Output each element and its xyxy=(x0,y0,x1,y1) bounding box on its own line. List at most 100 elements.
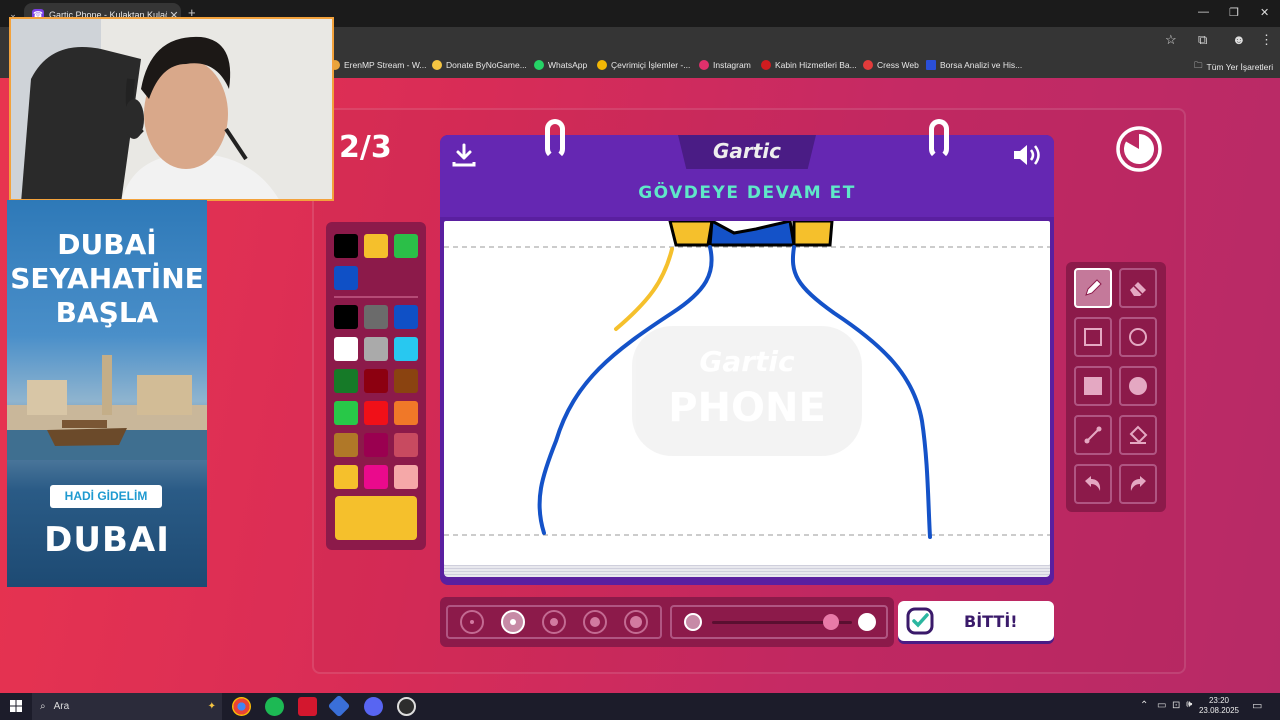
redo-tool[interactable] xyxy=(1119,464,1157,504)
line-icon xyxy=(1084,426,1102,444)
color-swatch[interactable] xyxy=(364,234,388,258)
filled-rectangle-icon xyxy=(1084,377,1102,395)
adobe-app-icon[interactable] xyxy=(298,697,317,716)
watermark-top: Gartic xyxy=(699,345,795,378)
ad-title-line-1: DUBAİ xyxy=(57,228,157,261)
color-swatch[interactable] xyxy=(334,465,358,489)
close-window-button[interactable]: ✕ xyxy=(1260,6,1269,19)
opacity-slider[interactable] xyxy=(670,605,888,639)
paper-stack xyxy=(444,563,1050,577)
color-swatch[interactable] xyxy=(364,305,388,329)
color-swatch[interactable] xyxy=(394,433,418,457)
gartic-logo: Gartic xyxy=(712,139,782,163)
color-swatch[interactable] xyxy=(394,337,418,361)
ad-banner[interactable]: DUBAİ SEYAHATİNE BAŞLA HADİ GİDELİM DUBA… xyxy=(7,200,207,587)
search-placeholder: Ara xyxy=(53,701,70,712)
download-icon[interactable] xyxy=(451,142,477,168)
menu-icon[interactable]: ⋮ xyxy=(1260,32,1273,48)
bookmark-7[interactable]: Borsa Analizi ve His... xyxy=(926,60,1022,70)
eraser-tool[interactable] xyxy=(1119,268,1157,308)
tray-app-icon[interactable]: ▭ xyxy=(1157,700,1166,711)
eraser-icon xyxy=(1130,282,1146,296)
color-swatch[interactable] xyxy=(394,465,418,489)
fill-bucket-icon xyxy=(1129,425,1148,444)
ad-brand-logo: DUBAI xyxy=(44,520,170,560)
bookmark-1[interactable]: Donate ByNoGame... xyxy=(432,60,527,70)
color-swatch[interactable] xyxy=(364,433,388,457)
clock[interactable]: 23:20 23.08.2025 xyxy=(1196,696,1242,716)
windows-start-icon[interactable] xyxy=(10,700,22,712)
star-icon[interactable]: ☆ xyxy=(1165,32,1177,48)
all-bookmarks[interactable]: 🗀 Tüm Yer İşaretleri xyxy=(1194,60,1273,74)
chrome-app-icon[interactable] xyxy=(232,697,251,716)
color-swatch[interactable] xyxy=(334,234,358,258)
drawing-canvas[interactable]: Gartic PHONE xyxy=(444,221,1050,565)
color-swatch[interactable] xyxy=(394,401,418,425)
color-swatch[interactable] xyxy=(394,369,418,393)
bookmark-0[interactable]: ErenMP Stream - W... xyxy=(330,60,427,70)
color-palette xyxy=(326,222,426,550)
brush-options-bar xyxy=(440,597,894,647)
color-swatch[interactable] xyxy=(334,369,358,393)
color-swatch[interactable] xyxy=(334,337,358,361)
network-icon[interactable]: ⊡ xyxy=(1172,700,1180,711)
color-swatch[interactable] xyxy=(334,266,358,290)
brush-size-option[interactable] xyxy=(460,610,484,634)
pencil-tool[interactable] xyxy=(1074,268,1112,308)
color-swatch[interactable] xyxy=(394,234,418,258)
done-button[interactable]: BİTTİ! xyxy=(898,601,1054,641)
ad-cta-button[interactable]: HADİ GİDELİM xyxy=(50,485,162,508)
minimize-button[interactable]: — xyxy=(1198,6,1209,18)
color-swatch[interactable] xyxy=(334,305,358,329)
bookmark-3[interactable]: Çevrimiçi İşlemler -... xyxy=(597,60,690,70)
line-tool[interactable] xyxy=(1074,415,1112,455)
extensions-icon[interactable]: ⧉ xyxy=(1198,32,1207,48)
restore-button[interactable]: ❐ xyxy=(1229,6,1239,19)
opacity-handle[interactable] xyxy=(823,614,839,630)
filled-ellipse-tool[interactable] xyxy=(1119,366,1157,406)
discord-app-icon[interactable] xyxy=(364,697,383,716)
ellipse-tool[interactable] xyxy=(1119,317,1157,357)
filled-rectangle-tool[interactable] xyxy=(1074,366,1112,406)
sparkle-icon: ✦ xyxy=(207,701,216,712)
bookmark-5[interactable]: Kabin Hizmetleri Ba... xyxy=(761,60,857,70)
current-color-swatch[interactable] xyxy=(335,496,417,540)
color-swatch[interactable] xyxy=(364,369,388,393)
rectangle-icon xyxy=(1084,328,1102,346)
bookmark-icon xyxy=(597,60,607,70)
opacity-max-icon xyxy=(858,613,876,631)
bookmark-6[interactable]: Cress Web xyxy=(863,60,919,70)
color-swatch[interactable] xyxy=(364,401,388,425)
undo-tool[interactable] xyxy=(1074,464,1112,504)
brush-size-option[interactable] xyxy=(624,610,648,634)
spotify-app-icon[interactable] xyxy=(265,697,284,716)
obs-app-icon[interactable] xyxy=(397,697,416,716)
color-swatch[interactable] xyxy=(364,337,388,361)
tray-chevron-icon[interactable]: ⌃ xyxy=(1140,700,1148,711)
volume-icon[interactable]: 🕪 xyxy=(1186,699,1192,710)
notification-icon[interactable]: ▭ xyxy=(1252,699,1262,712)
instagram-icon xyxy=(699,60,709,70)
fill-bucket-tool[interactable] xyxy=(1119,415,1157,455)
brush-size-option[interactable] xyxy=(583,610,607,634)
speaker-icon[interactable] xyxy=(1012,142,1044,168)
color-swatch[interactable] xyxy=(394,305,418,329)
bookmark-4[interactable]: Instagram xyxy=(699,60,751,70)
taskbar: ⌕ Ara ✦ ⌃ ▭ ⊡ 🕪 23:20 23.08.2025 ▭ xyxy=(0,693,1280,720)
brush-size-option[interactable] xyxy=(542,610,566,634)
color-swatch[interactable] xyxy=(364,465,388,489)
binder-ring-left xyxy=(545,119,565,159)
color-swatch[interactable] xyxy=(334,433,358,457)
bookmark-icon xyxy=(926,60,936,70)
webcam-overlay xyxy=(9,17,334,201)
profile-icon[interactable]: ☻ xyxy=(1232,32,1246,47)
bookmark-2[interactable]: WhatsApp xyxy=(534,60,587,70)
undo-icon xyxy=(1085,476,1101,491)
canvas-drawing: Gartic PHONE xyxy=(444,221,1050,539)
rectangle-tool[interactable] xyxy=(1074,317,1112,357)
color-swatch[interactable] xyxy=(334,401,358,425)
taskbar-search[interactable]: ⌕ Ara ✦ xyxy=(32,693,222,720)
whatsapp-icon xyxy=(534,60,544,70)
app-icon[interactable] xyxy=(327,694,351,718)
brush-size-option[interactable] xyxy=(501,610,525,634)
